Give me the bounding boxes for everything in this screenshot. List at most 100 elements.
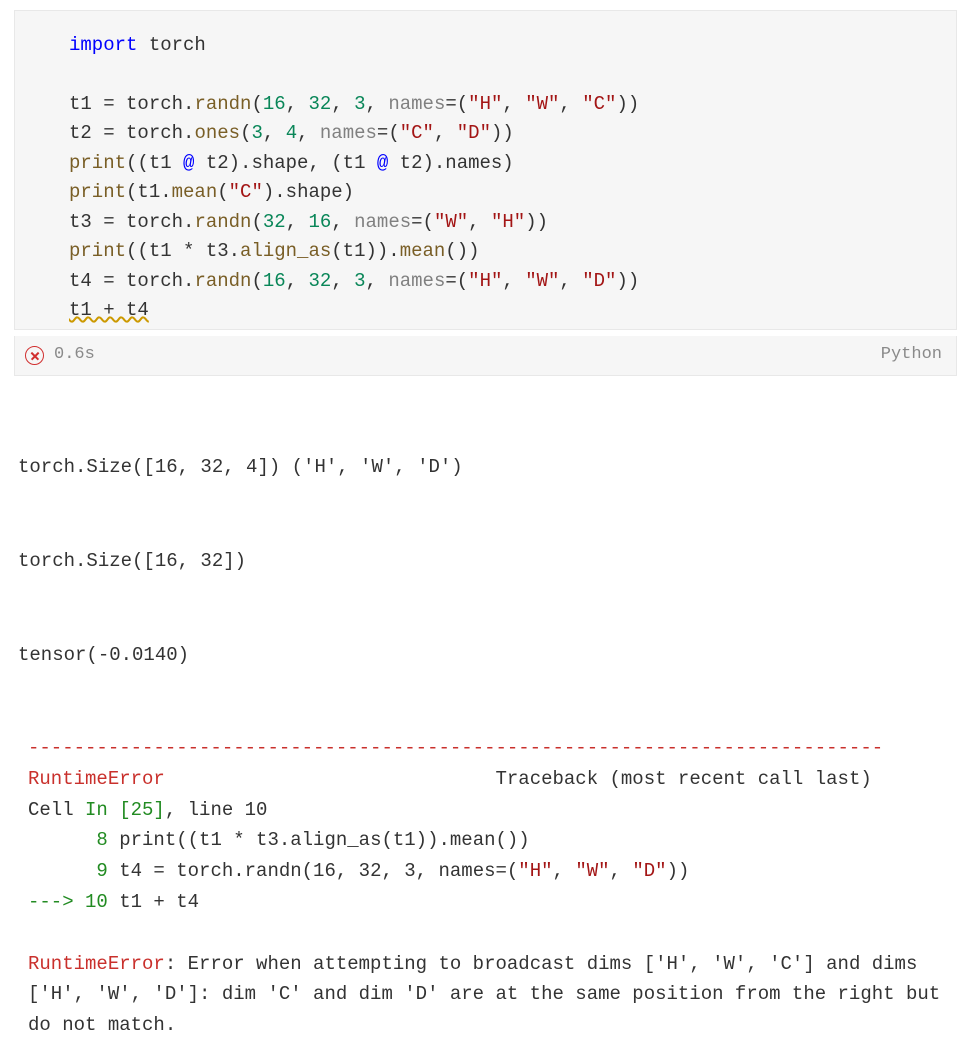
- token: names: [320, 122, 377, 144]
- token: "C": [229, 181, 263, 203]
- token: ,: [502, 93, 525, 115]
- token: 16: [309, 211, 332, 233]
- token: "H": [468, 270, 502, 292]
- token: t4: [69, 270, 103, 292]
- token: ,: [559, 93, 582, 115]
- token: t1: [69, 93, 103, 115]
- token: 3: [354, 93, 365, 115]
- token: =: [377, 122, 388, 144]
- token: 16: [263, 270, 286, 292]
- traceback-cell: Cell In [25], line 10: [28, 795, 953, 826]
- token: ,: [286, 93, 309, 115]
- token: ,: [331, 270, 354, 292]
- code-line[interactable]: t4 = torch.randn(16, 32, 3, names=("H", …: [69, 267, 946, 296]
- token: mean: [400, 240, 446, 262]
- token: t3: [69, 211, 103, 233]
- stdout-line: torch.Size([16, 32]): [18, 546, 957, 577]
- token: (: [388, 122, 399, 144]
- token: (t1)).: [331, 240, 399, 262]
- token: ,: [331, 93, 354, 115]
- token: @: [377, 152, 388, 174]
- traceback-line-9: 9 t4 = torch.randn(16, 32, 3, names=("H"…: [28, 856, 953, 887]
- token: ,: [331, 211, 354, 233]
- token: import: [69, 34, 149, 56]
- token: )): [616, 93, 639, 115]
- code-line[interactable]: t1 + t4: [69, 296, 946, 325]
- code-line[interactable]: print((t1 @ t2).shape, (t1 @ t2).names): [69, 149, 946, 178]
- token: ,: [286, 211, 309, 233]
- token: "C": [400, 122, 434, 144]
- error-icon: [25, 346, 44, 365]
- code-line[interactable]: print((t1 * t3.align_as(t1)).mean()): [69, 237, 946, 266]
- token: =: [103, 211, 114, 233]
- token: (: [457, 270, 468, 292]
- token: =: [445, 270, 456, 292]
- token: 32: [309, 93, 332, 115]
- stdout-output: torch.Size([16, 32, 4]) ('H', 'W', 'D') …: [18, 390, 957, 703]
- token: ,: [297, 122, 320, 144]
- token: ,: [263, 122, 286, 144]
- token: torch.: [115, 211, 195, 233]
- token: (: [457, 93, 468, 115]
- token: )): [616, 270, 639, 292]
- token: ((t1: [126, 240, 183, 262]
- token: =: [103, 93, 114, 115]
- token: (: [251, 270, 262, 292]
- code-line[interactable]: t3 = torch.randn(32, 16, names=("W", "H"…: [69, 208, 946, 237]
- token: ,: [559, 270, 582, 292]
- token: 4: [286, 122, 297, 144]
- token: ones: [194, 122, 240, 144]
- code-line[interactable]: t1 = torch.randn(16, 32, 3, names=("H", …: [69, 90, 946, 119]
- traceback-line-10: ---> 10 t1 + t4: [28, 887, 953, 918]
- token: torch.: [115, 270, 195, 292]
- traceback-output: ----------------------------------------…: [28, 733, 953, 1041]
- token: (: [217, 181, 228, 203]
- kernel-name[interactable]: Python: [881, 342, 942, 368]
- token: 16: [263, 93, 286, 115]
- token: torch.: [115, 93, 195, 115]
- code-cell[interactable]: import torch t1 = torch.randn(16, 32, 3,…: [14, 10, 957, 330]
- token: 32: [263, 211, 286, 233]
- token: "D": [457, 122, 491, 144]
- token: torch: [149, 34, 206, 56]
- token: names: [388, 270, 445, 292]
- token: t3.: [194, 240, 240, 262]
- code-line[interactable]: print(t1.mean("C").shape): [69, 178, 946, 207]
- token: (: [240, 122, 251, 144]
- token: ,: [286, 270, 309, 292]
- code-line[interactable]: t2 = torch.ones(3, 4, names=("C", "D")): [69, 119, 946, 148]
- token: mean: [172, 181, 218, 203]
- code-line[interactable]: [69, 60, 946, 89]
- token: =: [103, 270, 114, 292]
- token: print: [69, 152, 126, 174]
- token: )): [491, 122, 514, 144]
- token: ,: [434, 122, 457, 144]
- token: (: [251, 211, 262, 233]
- token: "W": [525, 270, 559, 292]
- token: *: [183, 240, 194, 262]
- exec-time: 0.6s: [54, 342, 95, 368]
- token: t2).names): [388, 152, 513, 174]
- token: 3: [251, 122, 262, 144]
- token: randn: [194, 270, 251, 292]
- token: (: [423, 211, 434, 233]
- token: =: [103, 122, 114, 144]
- traceback-divider: ----------------------------------------…: [28, 733, 953, 764]
- token: ).shape): [263, 181, 354, 203]
- token: ,: [468, 211, 491, 233]
- token: "D": [582, 270, 616, 292]
- token: names: [388, 93, 445, 115]
- token: =: [411, 211, 422, 233]
- token: ((t1: [126, 152, 183, 174]
- traceback-header: RuntimeError Traceback (most recent call…: [28, 764, 953, 795]
- token: "H": [468, 93, 502, 115]
- token: "C": [582, 93, 616, 115]
- token: randn: [194, 211, 251, 233]
- token: 32: [309, 270, 332, 292]
- code-line[interactable]: import torch: [69, 31, 946, 60]
- traceback-msg: RuntimeError: Error when attempting to b…: [28, 949, 953, 1041]
- token: )): [525, 211, 548, 233]
- token: t2: [69, 122, 103, 144]
- stdout-line: torch.Size([16, 32, 4]) ('H', 'W', 'D'): [18, 452, 957, 483]
- token: print: [69, 240, 126, 262]
